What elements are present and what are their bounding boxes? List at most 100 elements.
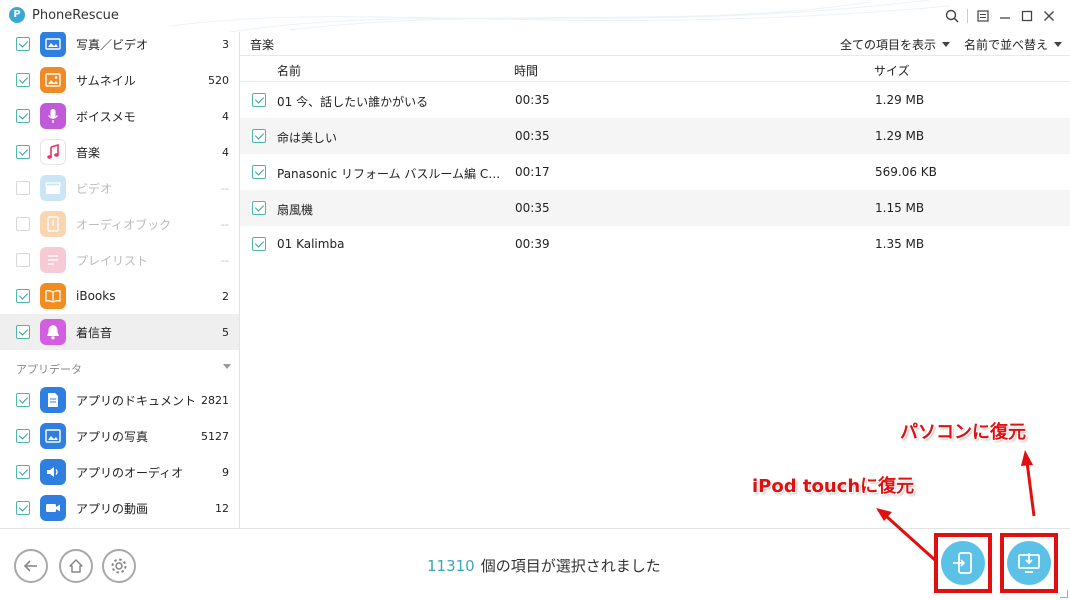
file-list-panel: 音楽 全ての項目を表示 名前で並べ替え 名前 時間 サイズ 01 今、話したい誰… [240, 32, 1070, 528]
app-title: PhoneRescue [32, 8, 119, 23]
sidebar-item-voice-memos[interactable]: ボイスメモ 4 [0, 98, 239, 134]
footer-bar: 11310 個の項目が選択されました [0, 528, 1070, 600]
sidebar-item-label: ビデオ [76, 181, 113, 196]
row-checkbox[interactable] [252, 129, 266, 143]
sidebar-item-count: 4 [222, 145, 229, 159]
sidebar-item-videos[interactable]: ビデオ -- [0, 170, 239, 206]
table-row[interactable]: 命は美しい 00:35 1.29 MB [240, 118, 1070, 154]
resize-grip[interactable] [1060, 590, 1068, 598]
sort-dropdown[interactable]: 名前で並べ替え [964, 36, 1063, 53]
sidebar-item-label: 音楽 [76, 145, 101, 160]
bell-icon [40, 319, 66, 345]
sidebar-item-label: アプリのドキュメント [76, 393, 197, 408]
title-bar: P PhoneRescue [0, 0, 1070, 32]
row-name: 命は美しい [277, 131, 338, 145]
row-size: 1.29 MB [875, 93, 925, 107]
section-label: アプリデータ [16, 363, 82, 376]
checkbox[interactable] [16, 73, 30, 87]
row-checkbox[interactable] [252, 237, 266, 251]
checkbox[interactable] [16, 465, 30, 479]
gear-icon [111, 558, 127, 574]
close-icon[interactable] [1038, 6, 1060, 26]
sidebar-item-label: 写真／ビデオ [76, 37, 149, 52]
column-time[interactable]: 時間 [514, 62, 538, 79]
video-camera-icon [40, 495, 66, 521]
checkbox[interactable] [16, 429, 30, 443]
row-name: Panasonic リフォーム バスルーム編 CMメイキ... [277, 167, 505, 181]
sidebar-item-music[interactable]: 音楽 4 [0, 134, 239, 170]
row-checkbox[interactable] [252, 165, 266, 179]
checkbox[interactable] [16, 393, 30, 407]
sidebar-item-app-audio[interactable]: アプリのオーディオ 9 [0, 454, 239, 490]
row-time: 00:39 [515, 237, 550, 251]
caret-down-icon[interactable] [223, 364, 231, 369]
sidebar-item-app-videos[interactable]: アプリの動画 12 [0, 490, 239, 526]
menu-icon[interactable] [972, 6, 994, 26]
back-button[interactable] [14, 549, 48, 583]
table-row[interactable]: 扇風機 00:35 1.15 MB [240, 190, 1070, 226]
row-time: 00:35 [515, 93, 550, 107]
clapperboard-icon [40, 175, 66, 201]
column-size[interactable]: サイズ [874, 62, 910, 79]
checkbox[interactable] [16, 289, 30, 303]
sidebar-item-ringtones[interactable]: 着信音 5 [0, 314, 239, 350]
row-size: 1.29 MB [875, 129, 925, 143]
search-icon[interactable] [941, 6, 963, 26]
row-checkbox[interactable] [252, 201, 266, 215]
sidebar-item-label: アプリのオーディオ [76, 465, 184, 480]
table-row[interactable]: 01 Kalimba 00:39 1.35 MB [240, 226, 1070, 262]
maximize-icon[interactable] [1016, 6, 1038, 26]
home-icon [69, 559, 83, 573]
toolbar-divider [967, 9, 968, 23]
computer-download-icon [1018, 553, 1040, 573]
checkbox[interactable] [16, 181, 30, 195]
sidebar-item-label: オーディオブック [76, 217, 172, 232]
sidebar-item-label: iBooks [76, 289, 116, 303]
window-controls [941, 6, 1060, 26]
checkbox[interactable] [16, 109, 30, 123]
row-size: 1.35 MB [875, 237, 925, 251]
column-name[interactable]: 名前 [277, 62, 301, 79]
category-title: 音楽 [250, 38, 275, 52]
checkbox[interactable] [16, 37, 30, 51]
sidebar-item-thumbnails[interactable]: サムネイル 520 [0, 62, 239, 98]
minimize-icon[interactable] [994, 6, 1016, 26]
recover-to-computer-highlight [1000, 533, 1058, 593]
sidebar-item-app-photos[interactable]: アプリの写真 5127 [0, 418, 239, 454]
sidebar-item-label: 着信音 [76, 325, 113, 340]
checkbox[interactable] [16, 253, 30, 267]
sidebar-item-count: 4 [222, 109, 229, 123]
recover-to-computer-button[interactable] [1007, 541, 1051, 585]
row-checkbox[interactable] [252, 93, 266, 107]
home-button[interactable] [59, 549, 93, 583]
row-name: 扇風機 [277, 203, 314, 217]
recover-to-device-highlight [934, 533, 992, 593]
sidebar-item-ibooks[interactable]: iBooks 2 [0, 278, 239, 314]
sidebar-item-photos[interactable]: 写真／ビデオ 3 [0, 32, 239, 62]
checkbox[interactable] [16, 325, 30, 339]
sidebar-item-count: 12 [215, 501, 229, 515]
category-sidebar: 写真／ビデオ 3 サムネイル 520 ボイスメモ 4 音楽 4 ビデオ -- オ… [0, 32, 240, 528]
row-time: 00:35 [515, 201, 550, 215]
sidebar-item-count: -- [221, 217, 229, 231]
table-row[interactable]: Panasonic リフォーム バスルーム編 CMメイキ... 00:17 56… [240, 154, 1070, 190]
sort-label: 名前で並べ替え [964, 38, 1049, 52]
annotation-restore-to-device: iPod touchに復元 [752, 476, 915, 497]
checkbox[interactable] [16, 145, 30, 159]
sidebar-item-label: ボイスメモ [76, 109, 136, 124]
checkbox[interactable] [16, 501, 30, 515]
sidebar-item-audiobooks[interactable]: オーディオブック -- [0, 206, 239, 242]
sidebar-item-count: 5127 [201, 429, 229, 443]
recover-to-device-button[interactable] [941, 541, 985, 585]
sidebar-item-playlists[interactable]: プレイリスト -- [0, 242, 239, 278]
section-header-app-data[interactable]: アプリデータ [0, 356, 239, 378]
checkbox[interactable] [16, 217, 30, 231]
row-size: 569.06 KB [875, 165, 937, 179]
table-row[interactable]: 01 今、話したい誰かがいる 00:35 1.29 MB [240, 82, 1070, 118]
microphone-icon [40, 103, 66, 129]
sidebar-item-app-documents[interactable]: アプリのドキュメント 2821 [0, 382, 239, 418]
settings-button[interactable] [102, 549, 136, 583]
row-name: 01 今、話したい誰かがいる [277, 95, 429, 109]
sidebar-item-count: 5 [222, 325, 229, 339]
show-filter-dropdown[interactable]: 全ての項目を表示 [840, 36, 951, 53]
